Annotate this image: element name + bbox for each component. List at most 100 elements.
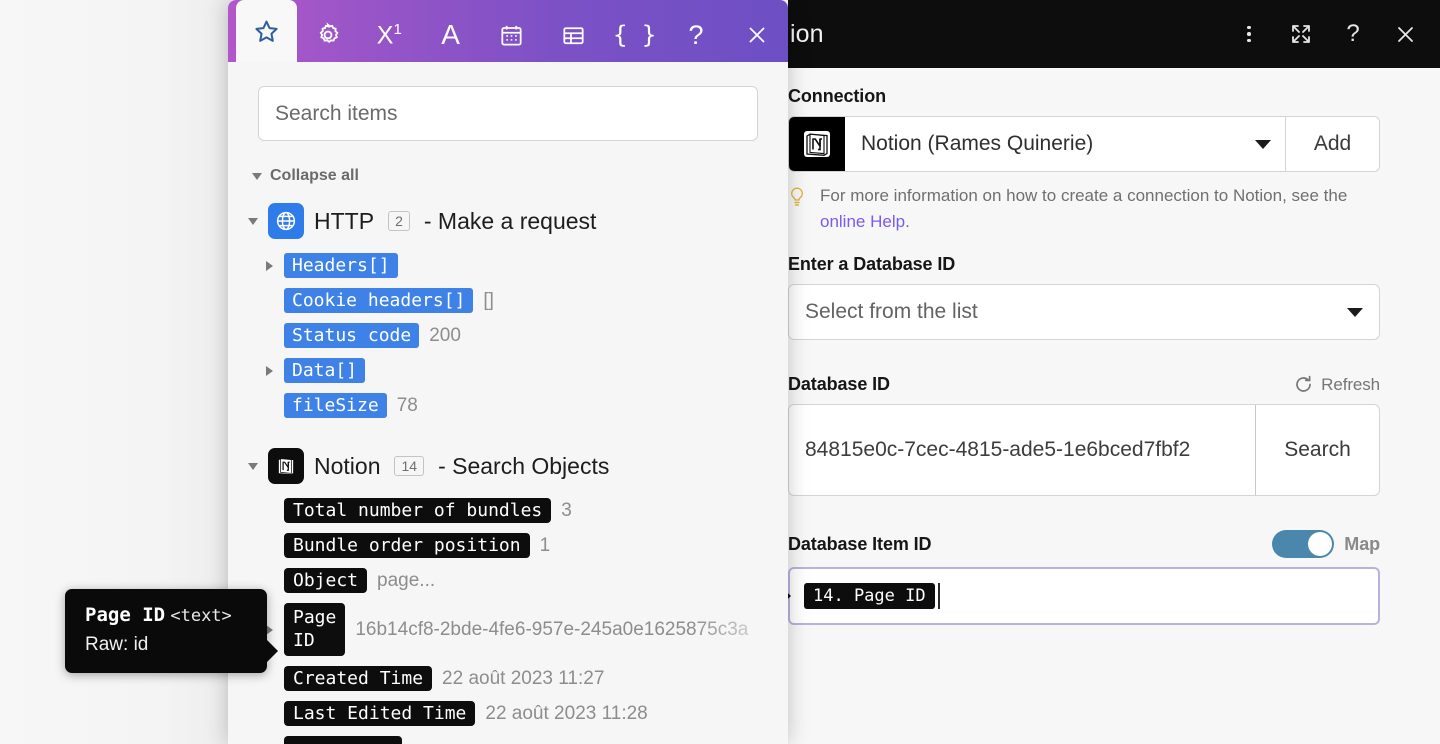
mapping-search-wrap [228, 62, 788, 141]
item-value: 22 août 2023 11:27 [442, 667, 605, 689]
item-value: 200 [429, 324, 461, 346]
mapping-item-list: Collapse all HTTP 2 - Make a request Hea… [228, 141, 788, 744]
item-value: 1 [539, 534, 551, 556]
map-toggle-label: Map [1344, 533, 1380, 554]
table-icon [563, 26, 584, 44]
item-chip: Headers[] [284, 253, 398, 278]
expand-icon[interactable] [264, 260, 274, 271]
database-item-id-input[interactable]: 14. Page ID [788, 567, 1380, 625]
list-item[interactable]: Headers[] [246, 253, 788, 278]
item-value: 22 août 2023 11:28 [485, 702, 648, 724]
hint-suffix: . [905, 211, 910, 231]
item-value: 16b14cf8-2bde-4fe6-957e-245a0e1625875c3a [355, 618, 749, 640]
add-connection-button[interactable]: Add [1285, 117, 1379, 171]
text-icon: A [441, 19, 460, 50]
tab-json[interactable]: { } [604, 8, 665, 62]
chevron-down-icon [1255, 139, 1271, 149]
item-chip: Page ID [284, 603, 346, 656]
list-item[interactable]: Last Edited Time 22 août 2023 11:28 [246, 701, 788, 726]
close-icon[interactable] [1392, 21, 1418, 47]
module-config-panel: ion ? Connection Notion (Rames Quinerie)… [788, 0, 1440, 744]
popup-close-button[interactable] [727, 8, 788, 62]
connection-row: Notion (Rames Quinerie) Add [788, 116, 1380, 172]
online-help-link[interactable]: online Help [820, 212, 905, 231]
braces-icon: { } [612, 21, 657, 49]
notion-logo-icon [268, 448, 304, 484]
refresh-button[interactable]: Refresh [1294, 375, 1380, 395]
list-item[interactable]: fileSize 78 [246, 393, 788, 418]
help-icon[interactable]: ? [1340, 21, 1366, 47]
more-vertical-icon[interactable] [1236, 21, 1262, 47]
module-title: ion [790, 19, 824, 48]
group-header-http[interactable]: HTTP 2 - Make a request [248, 203, 788, 239]
tooltip-arrow-icon [266, 639, 278, 663]
mapping-popup-tabs: X1 A { } ? [228, 0, 788, 62]
hint-prefix: For more information on how to create a … [820, 186, 1348, 205]
item-chip: Bundle order position [284, 533, 530, 558]
connection-select[interactable]: Notion (Rames Quinerie) [845, 117, 1285, 171]
item-value: page... [377, 569, 436, 591]
collapse-all-label: Collapse all [270, 167, 359, 184]
tab-general[interactable] [297, 8, 358, 62]
mapped-variable-chip[interactable]: 14. Page ID [804, 583, 935, 609]
calendar-icon [501, 25, 523, 46]
group-subtitle: - Search Objects [438, 452, 610, 479]
tab-favorites[interactable] [236, 0, 298, 62]
chevron-down-icon [248, 462, 258, 470]
item-value: [] [483, 289, 494, 311]
database-id-field: Database ID Refresh 84815e0c-7cec-4815-a… [788, 374, 1410, 496]
item-tooltip: Page ID <text> Raw: id [65, 589, 278, 673]
database-select[interactable]: Select from the list [788, 284, 1380, 340]
database-id-value[interactable]: 84815e0c-7cec-4815-ade5-1e6bced7fbf2 [789, 405, 1255, 495]
mapping-popup: X1 A { } ? Search items Collapse all HTT… [228, 0, 788, 744]
drag-pointer-icon [788, 585, 791, 607]
list-item[interactable]: Data[] [246, 358, 788, 383]
module-panel-body: Connection Notion (Rames Quinerie) Add F… [788, 68, 1440, 744]
tooltip-type: <text> [170, 606, 232, 626]
tab-array[interactable] [543, 8, 604, 62]
tab-date[interactable] [481, 8, 542, 62]
database-item-id-field: Database Item ID Map 14. Page ID [788, 530, 1410, 625]
star-icon [255, 20, 278, 42]
list-item[interactable]: Created Time 22 août 2023 11:27 [246, 666, 788, 691]
database-item-id-label: Database Item ID [788, 533, 932, 554]
item-value: 3 [561, 499, 572, 521]
database-select-field: Enter a Database ID Select from the list [788, 254, 1410, 340]
list-item[interactable]: Status code 200 [246, 323, 788, 348]
database-select-placeholder: Select from the list [805, 300, 978, 323]
refresh-label: Refresh [1321, 374, 1380, 394]
list-item[interactable]: Total number of bundles 3 [246, 498, 788, 523]
module-header-actions: ? [1236, 21, 1418, 47]
list-item-page-id[interactable]: Page ID 16b14cf8-2bde-4fe6-957e-245a0e16… [246, 603, 788, 656]
connection-label: Connection [788, 86, 886, 106]
group-name: Notion [314, 452, 381, 479]
text-caret [937, 583, 940, 609]
search-button[interactable]: Search [1255, 405, 1379, 495]
list-item[interactable]: Cookie headers[] [] [246, 288, 788, 313]
globe-icon [268, 203, 304, 239]
tab-math[interactable]: X1 [359, 8, 420, 62]
expand-icon[interactable] [264, 365, 274, 376]
tab-text[interactable]: A [420, 8, 481, 62]
group-header-notion[interactable]: Notion 14 - Search Objects [248, 448, 788, 484]
close-icon [749, 27, 765, 43]
popup-help-button[interactable]: ? [665, 8, 726, 62]
database-id-row: 84815e0c-7cec-4815-ade5-1e6bced7fbf2 Sea… [788, 404, 1380, 496]
item-chip: Cookie headers[] [284, 288, 474, 313]
group-subtitle: - Make a request [423, 207, 597, 234]
map-toggle-wrap: Map [1272, 530, 1380, 558]
item-chip: Created Time [284, 666, 433, 691]
gear-icon [319, 22, 339, 43]
item-chip: Object [284, 568, 368, 593]
list-item[interactable]: Object page... [246, 568, 788, 593]
lightbulb-icon [788, 183, 810, 234]
module-header: ion ? [788, 0, 1440, 68]
item-chip: Total number of bundles [284, 498, 552, 523]
search-input[interactable] [258, 86, 758, 141]
collapse-all-button[interactable]: Collapse all [252, 167, 788, 185]
expand-icon[interactable] [1288, 21, 1314, 47]
item-chip: Status code [284, 323, 420, 348]
list-item[interactable]: Bundle order position 1 [246, 533, 788, 558]
list-item-partial[interactable] [246, 736, 788, 744]
map-toggle[interactable] [1272, 530, 1335, 558]
